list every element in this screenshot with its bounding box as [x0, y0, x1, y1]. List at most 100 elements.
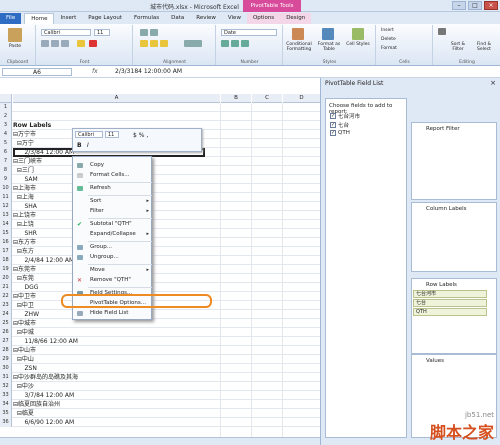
underline-icon[interactable] [61, 40, 69, 47]
row-header[interactable]: 6 [0, 148, 12, 157]
field-item[interactable]: ✓ 七台 [330, 121, 349, 129]
tab-page-layout[interactable]: Page Layout [82, 13, 128, 24]
row-header[interactable]: 7 [0, 157, 12, 166]
close-button[interactable]: × [484, 1, 498, 10]
menu-item-expand-collapse[interactable]: Expand/Collapse ▸ [73, 230, 153, 239]
row-header[interactable]: 3 [0, 121, 12, 130]
font-color-icon[interactable] [89, 40, 97, 47]
menu-item-refresh[interactable]: Refresh [73, 184, 153, 193]
menu-item-format-cells[interactable]: Format Cells... [73, 171, 153, 180]
column-header-b[interactable]: B [221, 94, 251, 103]
row-header[interactable]: 18 [0, 256, 12, 265]
row-header[interactable]: 33 [0, 391, 12, 400]
name-box[interactable]: A6 [2, 68, 72, 76]
align-left-icon[interactable] [140, 40, 148, 47]
formula-input[interactable]: 2/3/3184 12:00:00 AM [115, 68, 182, 75]
row-header[interactable]: 11 [0, 193, 12, 202]
menu-item-group[interactable]: Group... [73, 243, 153, 252]
menu-item-copy[interactable]: Copy [73, 161, 153, 170]
paste-button[interactable]: Paste [4, 44, 26, 49]
row-header[interactable]: 25 [0, 319, 12, 328]
checkbox-icon[interactable]: ✓ [330, 122, 336, 128]
menu-item-sort[interactable]: Sort ▸ [73, 197, 153, 206]
row-header[interactable]: 24 [0, 310, 12, 319]
tab-formulas[interactable]: Formulas [128, 13, 165, 24]
row-header[interactable]: 2 [0, 112, 12, 121]
checkbox-icon[interactable]: ✓ [330, 130, 336, 136]
field-item[interactable]: ✓ QTH [330, 130, 350, 136]
row-header[interactable]: 22 [0, 292, 12, 301]
align-top-icon[interactable] [140, 29, 148, 36]
row-header[interactable]: 29 [0, 355, 12, 364]
tab-review[interactable]: Review [190, 13, 222, 24]
column-header-a[interactable]: A [13, 94, 220, 103]
number-format-select[interactable]: Date [221, 29, 277, 36]
row-header[interactable]: 20 [0, 274, 12, 283]
row-header[interactable]: 34 [0, 400, 12, 409]
pivottable-tools-tab[interactable]: PivotTable Tools [243, 0, 301, 12]
row-header[interactable]: 23 [0, 301, 12, 310]
row-header[interactable]: 28 [0, 346, 12, 355]
column-header-c[interactable]: C [252, 94, 282, 103]
row-field-chip[interactable]: QTH [413, 308, 487, 316]
row-header[interactable]: 12 [0, 202, 12, 211]
tab-file[interactable]: File [0, 13, 22, 24]
delete-button[interactable]: Delete [381, 37, 396, 42]
row-header[interactable]: 13 [0, 211, 12, 220]
menu-item-filter[interactable]: Filter ▸ [73, 207, 153, 216]
mini-number-buttons[interactable]: $ % , [133, 132, 148, 139]
checkbox-icon[interactable]: ✓ [330, 113, 336, 119]
percent-icon[interactable] [231, 40, 239, 47]
row-header[interactable]: 4 [0, 130, 12, 139]
row-header[interactable]: 5 [0, 139, 12, 148]
maximize-button[interactable]: □ [468, 1, 482, 10]
align-right-icon[interactable] [160, 40, 168, 47]
align-middle-icon[interactable] [150, 29, 158, 36]
autosum-icon[interactable] [438, 28, 446, 35]
format-button[interactable]: Format [381, 46, 397, 51]
tab-design[interactable]: Design [280, 13, 312, 24]
close-icon[interactable]: × [490, 79, 496, 87]
mini-italic-button[interactable]: I [87, 142, 89, 149]
font-size-select[interactable]: 11 [94, 29, 110, 36]
format-table-button[interactable]: Format as Table [315, 42, 343, 52]
menu-item-hide-field-list[interactable]: Hide Field List [73, 309, 153, 318]
sheet-tabs-bar[interactable] [0, 437, 320, 445]
row-header[interactable]: 1 [0, 103, 12, 112]
row-header[interactable]: 14 [0, 220, 12, 229]
column-header-d[interactable]: D [283, 94, 320, 103]
mini-size-select[interactable]: 11 [105, 131, 119, 138]
row-field-chip[interactable]: 七台河市 [413, 290, 487, 298]
italic-icon[interactable] [51, 40, 59, 47]
mini-bold-button[interactable]: B [77, 142, 82, 149]
row-header[interactable]: 15 [0, 229, 12, 238]
fill-color-icon[interactable] [77, 40, 85, 47]
menu-item-ungroup[interactable]: Ungroup... [73, 253, 153, 262]
select-all-corner[interactable] [0, 94, 12, 103]
fx-icon[interactable]: fx [92, 68, 98, 75]
row-header[interactable]: 30 [0, 364, 12, 373]
row-header[interactable]: 31 [0, 373, 12, 382]
align-center-icon[interactable] [150, 40, 158, 47]
row-header[interactable]: 35 [0, 409, 12, 418]
tab-insert[interactable]: Insert [54, 13, 82, 24]
row-header[interactable]: 26 [0, 328, 12, 337]
bold-icon[interactable] [41, 40, 49, 47]
row-header[interactable]: 8 [0, 166, 12, 175]
row-header[interactable]: 17 [0, 247, 12, 256]
currency-icon[interactable] [221, 40, 229, 47]
field-item[interactable]: ✓ 七台河市 [330, 112, 360, 120]
report-filter-area[interactable]: Report Filter [411, 122, 497, 200]
font-family-select[interactable]: Calibri [41, 29, 91, 36]
tab-options[interactable]: Options [246, 13, 281, 24]
tab-data[interactable]: Data [165, 13, 190, 24]
row-header[interactable]: 16 [0, 238, 12, 247]
minimize-button[interactable]: – [452, 1, 466, 10]
row-header[interactable]: 36 [0, 418, 12, 427]
menu-item-remove[interactable]: ✕ Remove "QTH" [73, 276, 153, 285]
menu-item-move[interactable]: Move ▸ [73, 266, 153, 275]
row-field-chip[interactable]: 七台 [413, 299, 487, 307]
insert-button[interactable]: Insert [381, 28, 394, 33]
menu-item-subtotal[interactable]: ✔ Subtotal "QTH" [73, 220, 153, 229]
row-header[interactable]: 32 [0, 382, 12, 391]
